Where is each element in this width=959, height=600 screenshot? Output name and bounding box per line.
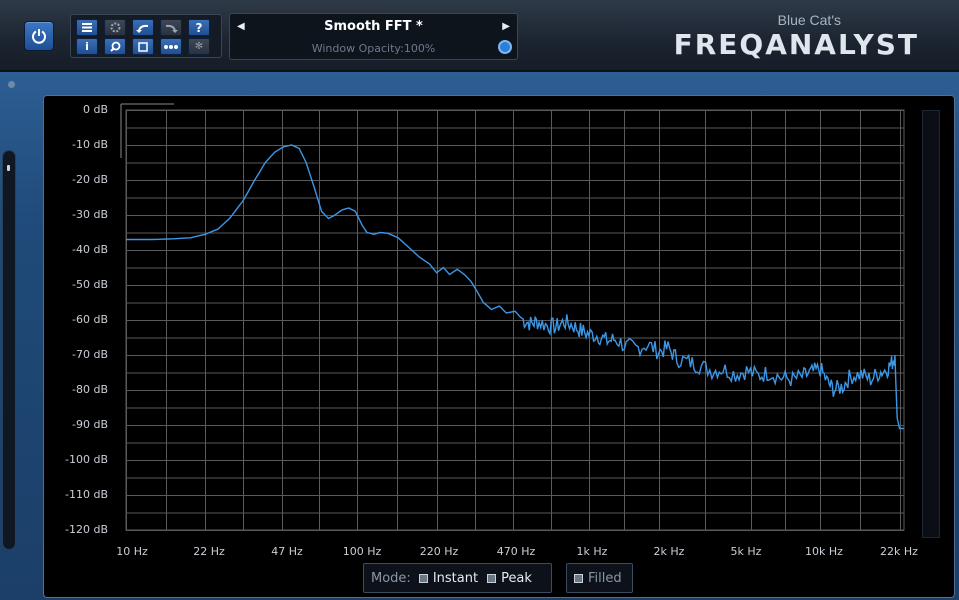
y-axis-label: -120 dB [65, 523, 108, 536]
y-axis-label: -90 dB [72, 418, 108, 431]
y-axis-label: -30 dB [72, 208, 108, 221]
filled-checkbox[interactable] [574, 573, 583, 583]
y-axis-label: -110 dB [65, 488, 108, 501]
y-axis-label: -50 dB [72, 278, 108, 291]
y-axis-label: -100 dB [65, 453, 108, 466]
spectrum-line [126, 144, 904, 430]
x-axis-label: 10k Hz [805, 545, 843, 558]
x-axis-label: 22k Hz [880, 545, 918, 558]
instant-label[interactable]: Instant [433, 571, 478, 586]
filled-toggle: Filled [566, 563, 633, 593]
x-axis-label: 470 Hz [496, 545, 536, 558]
instant-checkbox[interactable] [418, 573, 428, 583]
filled-label[interactable]: Filled [588, 571, 622, 586]
peak-checkbox[interactable] [487, 573, 497, 583]
y-axis-label: -20 dB [72, 173, 108, 186]
mode-label: Mode: [371, 570, 411, 586]
x-axis-label: 22 Hz [193, 545, 225, 558]
y-axis-label: -60 dB [72, 313, 108, 326]
x-axis-label: 220 Hz [419, 545, 459, 558]
x-axis-label: 1k Hz [576, 545, 608, 558]
level-meter [922, 110, 940, 538]
x-axis-label: 47 Hz [271, 545, 303, 558]
y-axis-label: -40 dB [72, 243, 108, 256]
x-axis-label: 5k Hz [730, 545, 762, 558]
x-axis-label: 10 Hz [116, 545, 148, 558]
peak-label[interactable]: Peak [501, 571, 532, 586]
x-axis-label: 100 Hz [342, 545, 382, 558]
x-axis-label: 2k Hz [653, 545, 685, 558]
mode-selector: Mode: Instant Peak [363, 563, 552, 593]
y-axis-label: -70 dB [72, 348, 108, 361]
spectrum-graph[interactable] [0, 0, 959, 600]
y-axis-label: 0 dB [82, 103, 108, 116]
y-axis-label: -80 dB [72, 383, 108, 396]
y-axis-label: -10 dB [72, 138, 108, 151]
